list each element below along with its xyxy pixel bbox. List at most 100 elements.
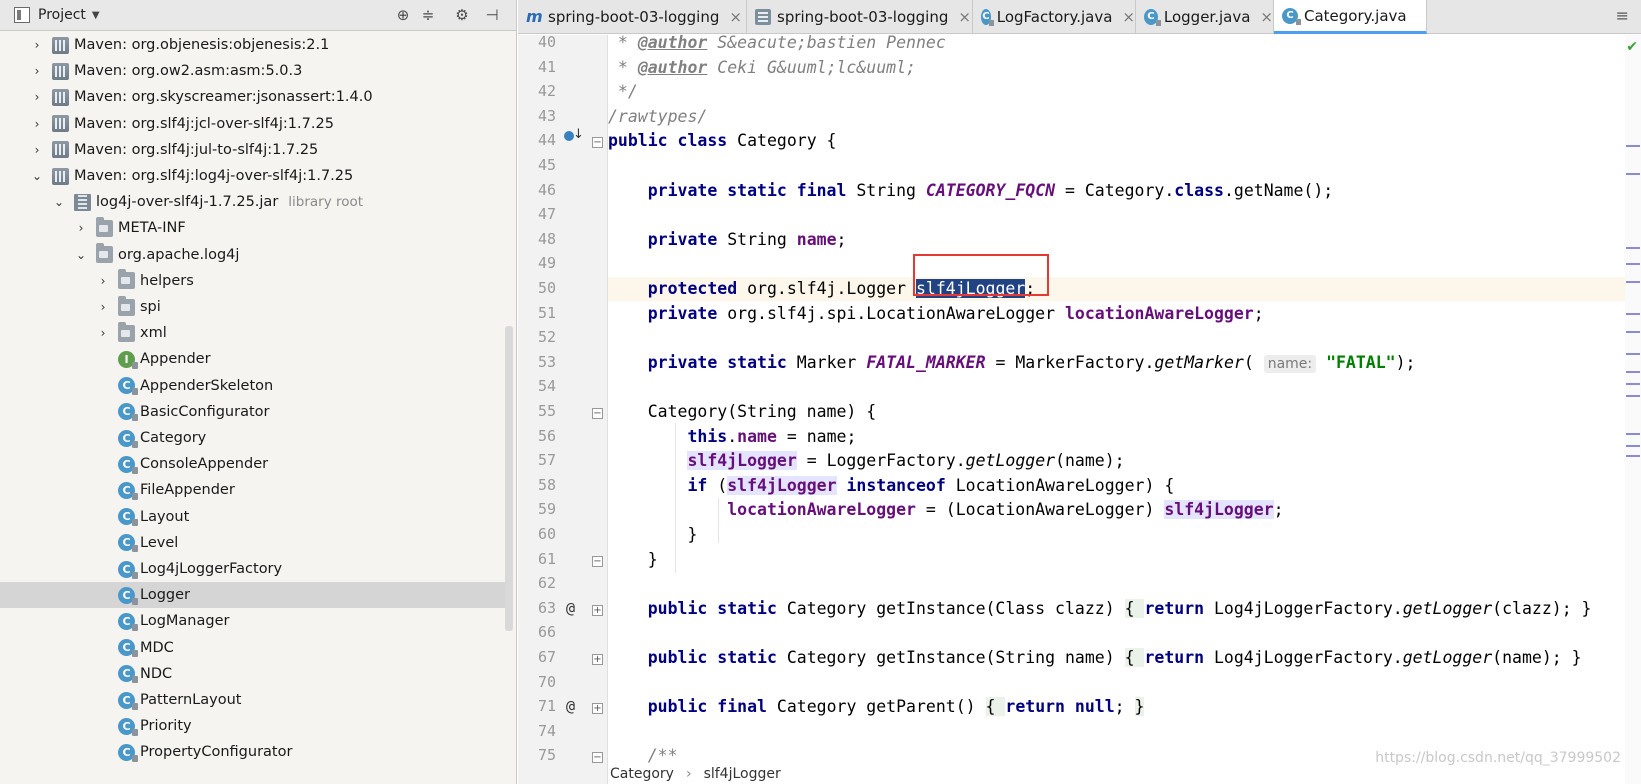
collapse-fold-icon[interactable]: − (592, 137, 603, 149)
expand-arrow-icon[interactable]: › (30, 90, 44, 104)
tree-item[interactable]: C BasicConfigurator (0, 399, 505, 425)
usage-marker[interactable] (1626, 173, 1640, 175)
code-line[interactable] (608, 720, 1641, 744)
project-panel-title[interactable]: Project (38, 7, 86, 23)
code-line[interactable]: * @author Ceki G&uuml;lc&uuml; (608, 56, 1641, 80)
collapse-arrow-icon[interactable]: ⌄ (30, 169, 44, 183)
editor-tab[interactable]: m spring-boot-03-logging × (518, 0, 747, 34)
code-line[interactable]: locationAwareLogger = (LocationAwareLogg… (608, 498, 1641, 522)
line-number[interactable]: 45 (518, 156, 556, 174)
line-number[interactable]: 53 (518, 353, 556, 371)
scroll-from-source-icon[interactable]: ⊕ (393, 6, 413, 24)
code-line[interactable]: */ (608, 80, 1641, 104)
usage-marker[interactable] (1626, 313, 1640, 315)
code-line[interactable] (608, 203, 1641, 227)
line-number[interactable]: 41 (518, 58, 556, 76)
usage-marker[interactable] (1626, 247, 1640, 249)
tree-item[interactable]: › Maven: org.objenesis:objenesis:2.1 (0, 32, 505, 58)
line-number[interactable]: 40 (518, 35, 556, 51)
code-line[interactable]: private String name; (608, 228, 1641, 252)
tree-item[interactable]: ⌄ Maven: org.slf4j:log4j-over-slf4j:1.7.2… (0, 163, 505, 189)
tree-item[interactable]: › xml (0, 320, 505, 346)
tree-item[interactable]: ⌄ log4j-over-slf4j-1.7.25.jar library root (0, 189, 505, 215)
code-line[interactable]: Category(String name) { (608, 400, 1641, 424)
tree-item[interactable]: C PatternLayout (0, 687, 505, 713)
usage-marker[interactable] (1626, 433, 1640, 435)
code-line[interactable]: this.name = name; (608, 425, 1641, 449)
usage-marker[interactable] (1626, 145, 1640, 147)
tree-item[interactable]: C LogManager (0, 608, 505, 634)
code-line[interactable]: protected org.slf4j.Logger slf4jLogger; (608, 277, 1641, 301)
line-number[interactable]: 56 (518, 427, 556, 445)
line-number[interactable]: 58 (518, 476, 556, 494)
code-line[interactable] (608, 154, 1641, 178)
usage-marker[interactable] (1626, 353, 1640, 355)
code-editor[interactable]: 40 41 42 43 44 − 45 46 47 48 49 50 51 52 53 54 55 − 56 57 58… (518, 35, 1641, 784)
usage-marker[interactable] (1626, 371, 1640, 373)
expand-fold-icon[interactable]: + (592, 654, 603, 665)
expand-arrow-icon[interactable]: › (96, 300, 110, 314)
usage-marker[interactable] (1626, 263, 1640, 265)
code-line[interactable]: private static final String CATEGORY_FQC… (608, 179, 1641, 203)
tree-item[interactable]: › META-INF (0, 215, 505, 241)
line-number[interactable]: 52 (518, 328, 556, 346)
tree-item[interactable]: C PropertyConfigurator (0, 739, 505, 765)
expand-arrow-icon[interactable]: › (30, 143, 44, 157)
collapse-arrow-icon[interactable]: ⌄ (74, 248, 88, 262)
line-number[interactable]: 60 (518, 525, 556, 543)
tree-item[interactable]: C Log4jLoggerFactory (0, 556, 505, 582)
tree-item[interactable]: C Category (0, 425, 505, 451)
line-number[interactable]: 71 (518, 697, 556, 715)
tree-item[interactable]: › Maven: org.slf4j:jcl-over-slf4j:1.7.25 (0, 111, 505, 137)
tab-overflow-icon[interactable]: ≡ (1616, 6, 1629, 25)
line-number[interactable]: 67 (518, 648, 556, 666)
code-line[interactable]: public static Category getInstance(Class… (608, 597, 1641, 621)
tree-item[interactable]: C Level (0, 530, 505, 556)
tree-item[interactable]: › spi (0, 294, 505, 320)
code-line[interactable]: if (slf4jLogger instanceof LocationAware… (608, 474, 1641, 498)
view-dropdown-icon[interactable]: ▼ (92, 10, 100, 21)
line-number[interactable]: 44 (518, 131, 556, 149)
tab-close-icon[interactable]: × (958, 8, 971, 26)
expand-arrow-icon[interactable]: › (96, 326, 110, 340)
line-number[interactable]: 62 (518, 574, 556, 592)
line-number[interactable]: 48 (518, 230, 556, 248)
editor-tab[interactable]: spring-boot-03-logging × (747, 0, 973, 34)
code-line[interactable] (608, 671, 1641, 695)
breadcrumb-class[interactable]: Category (610, 766, 674, 782)
line-number[interactable]: 63 (518, 599, 556, 617)
usage-marker[interactable] (1626, 445, 1640, 447)
tree-item[interactable]: ⌄ org.apache.log4j (0, 242, 505, 268)
code-line[interactable]: } (608, 523, 1641, 547)
code-line[interactable]: /rawtypes/ (608, 105, 1641, 129)
editor-tab[interactable]: C Logger.java × (1136, 0, 1274, 34)
code-line[interactable]: public final Category getParent() { retu… (608, 695, 1641, 719)
editor-tab[interactable]: C LogFactory.java × (973, 0, 1136, 34)
project-tree-scrollbar[interactable] (505, 326, 513, 631)
collapse-fold-icon[interactable]: − (592, 752, 603, 764)
code-line[interactable] (608, 252, 1641, 276)
line-number[interactable]: 57 (518, 451, 556, 469)
usage-marker[interactable] (1626, 281, 1640, 283)
line-number[interactable]: 50 (518, 279, 556, 297)
line-number[interactable]: 70 (518, 673, 556, 691)
implemented-by-icon[interactable] (564, 127, 584, 145)
override-marker-icon[interactable]: @ (566, 697, 575, 715)
expand-arrow-icon[interactable]: › (30, 117, 44, 131)
line-number[interactable]: 54 (518, 377, 556, 395)
expand-fold-icon[interactable]: + (592, 604, 603, 616)
tree-item[interactable]: C Layout (0, 504, 505, 530)
tab-close-icon[interactable]: × (1122, 8, 1135, 26)
line-number[interactable]: 74 (518, 722, 556, 740)
hide-panel-icon[interactable]: ⊣ (482, 6, 502, 24)
tree-item[interactable]: C AppenderSkeleton (0, 373, 505, 399)
error-stripe-bar[interactable]: ✔ (1625, 35, 1641, 784)
code-line[interactable] (608, 621, 1641, 645)
tree-item[interactable]: C NDC (0, 661, 505, 687)
override-marker-icon[interactable]: @ (566, 599, 575, 617)
expand-fold-icon[interactable]: + (592, 703, 603, 715)
tree-item[interactable]: › Maven: org.ow2.asm:asm:5.0.3 (0, 58, 505, 84)
collapse-arrow-icon[interactable]: ⌄ (52, 195, 66, 209)
usage-marker[interactable] (1626, 455, 1640, 457)
tree-item[interactable]: C Logger (0, 582, 505, 609)
